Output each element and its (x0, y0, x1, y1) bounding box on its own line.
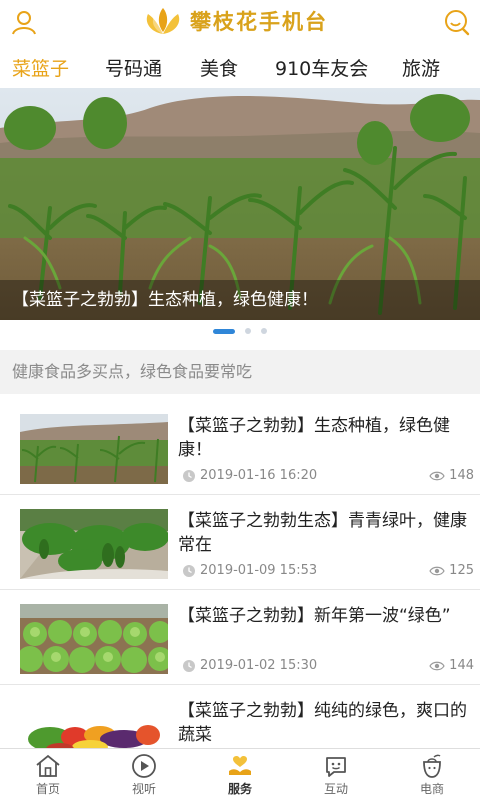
news-title: 【菜篮子之勃勃生态】青青绿叶，健康常在 (178, 511, 467, 555)
flower-logo-icon (146, 8, 180, 34)
nav-services[interactable]: 服务 (192, 749, 288, 800)
tab-number-directory[interactable]: 号码通 (105, 54, 162, 81)
eye-icon (429, 471, 445, 480)
nav-label: 服务 (227, 782, 252, 796)
list-item[interactable]: 【菜篮子之勃勃生态】青青绿叶，健康常在 2019-01-09 15:53 125 (0, 495, 480, 590)
chat-face-icon (326, 757, 346, 777)
news-thumbnail (20, 414, 168, 484)
news-meta: 2019-01-09 15:53 125 (182, 563, 474, 581)
list-item[interactable]: 【菜篮子之勃勃】新年第一波“绿色” 2019-01-02 15:30 144 (0, 590, 480, 685)
nav-label: 首页 (35, 782, 60, 796)
carousel-dot-1[interactable] (213, 328, 235, 334)
banner-caption: 【菜篮子之勃勃】生态种植，绿色健康！ (0, 280, 480, 320)
eye-icon (429, 661, 445, 670)
heart-hand-icon (229, 756, 251, 775)
bottom-nav: 首页 视听 服务 互动 电商 (0, 748, 480, 800)
tab-vegetable-basket[interactable]: 菜篮子 (12, 54, 70, 93)
app-logo: 攀枝花手机台 (140, 4, 350, 38)
search-icon[interactable] (440, 6, 472, 38)
view-count: 125 (449, 563, 474, 578)
news-meta: 2019-01-02 15:30 144 (182, 658, 474, 676)
news-list: 【菜篮子之勃勃】生态种植，绿色健康！ 2019-01-16 16:20 148 (0, 400, 480, 780)
nav-label: 互动 (323, 782, 348, 796)
user-icon[interactable] (8, 6, 40, 38)
eye-icon (429, 566, 445, 575)
nav-audio-video[interactable]: 视听 (96, 749, 192, 800)
news-title: 【菜篮子之勃勃】生态种植，绿色健康！ (178, 416, 450, 460)
carousel-dot-3[interactable] (261, 328, 267, 334)
tab-food[interactable]: 美食 (200, 54, 238, 81)
news-thumbnail (20, 604, 168, 674)
clock-icon (183, 564, 195, 577)
news-thumbnail (20, 509, 168, 579)
tab-car-club[interactable]: 910车友会 (275, 54, 368, 81)
category-tabs: 菜篮子 号码通 美食 910车友会 旅游 (0, 42, 480, 93)
list-item[interactable]: 【菜篮子之勃勃】生态种植，绿色健康！ 2019-01-16 16:20 148 (0, 400, 480, 495)
play-icon (132, 754, 156, 778)
carousel-indicator (0, 326, 480, 336)
tab-travel[interactable]: 旅游 (402, 54, 440, 81)
nav-interaction[interactable]: 互动 (288, 749, 384, 800)
news-date-text: 2019-01-09 15:53 (200, 563, 318, 578)
view-count: 144 (449, 658, 474, 673)
nav-ecommerce[interactable]: 电商 (384, 749, 480, 800)
news-date-text: 2019-01-02 15:30 (200, 658, 318, 673)
home-icon (36, 754, 60, 777)
news-title: 【菜篮子之勃勃】新年第一波“绿色” (178, 606, 451, 626)
view-count: 148 (449, 468, 474, 483)
news-date-text: 2019-01-16 16:20 (200, 468, 318, 483)
app-header: 攀枝花手机台 (0, 0, 480, 42)
app-title: 攀枝花手机台 (190, 9, 328, 34)
bag-icon (423, 754, 441, 778)
news-meta: 2019-01-16 16:20 148 (182, 468, 474, 486)
clock-icon (183, 469, 195, 482)
banner-carousel[interactable]: 【菜篮子之勃勃】生态种植，绿色健康！ (0, 88, 480, 320)
nav-home[interactable]: 首页 (0, 749, 96, 800)
carousel-dot-2[interactable] (245, 328, 251, 334)
nav-label: 视听 (131, 782, 156, 796)
nav-label: 电商 (419, 782, 444, 796)
news-title: 【菜篮子之勃勃】纯纯的绿色，爽口的蔬菜 (178, 701, 467, 745)
notice-bar[interactable]: 健康食品多买点，绿色食品要常吃 (0, 350, 480, 394)
clock-icon (183, 659, 195, 672)
